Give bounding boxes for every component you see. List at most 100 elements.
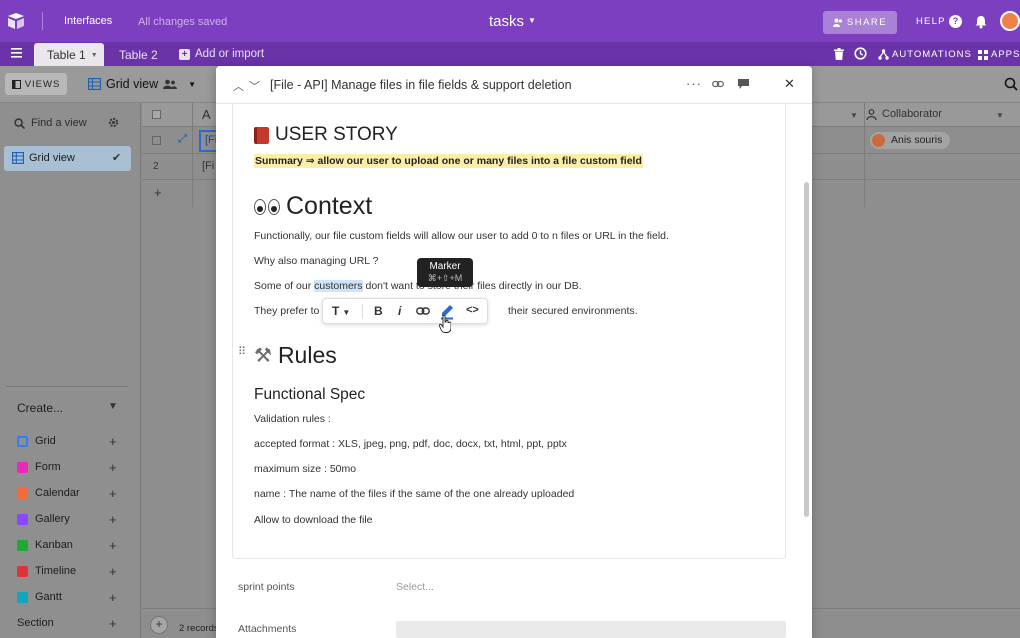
- share-button[interactable]: SHARE: [823, 11, 897, 34]
- create-item-label: Gantt: [35, 591, 62, 603]
- plus-icon[interactable]: +: [109, 512, 117, 527]
- help-button[interactable]: HELP: [916, 16, 946, 27]
- base-title-text: tasks: [489, 13, 525, 30]
- column-header-collaborator[interactable]: Collaborator: [866, 108, 942, 120]
- create-timeline-item[interactable]: Timeline +: [17, 564, 122, 579]
- search-icon[interactable]: [1004, 77, 1018, 91]
- plus-icon[interactable]: +: [109, 616, 117, 631]
- plus-icon[interactable]: +: [109, 486, 117, 501]
- views-label: VIEWS: [24, 78, 61, 90]
- create-item-label: Gallery: [35, 513, 70, 525]
- find-view-input[interactable]: Find a view: [14, 117, 87, 129]
- drag-handle-icon[interactable]: ⠿: [238, 345, 246, 358]
- sidebar-item-label: Grid view: [29, 152, 75, 164]
- close-icon[interactable]: ✕: [784, 76, 795, 92]
- airtable-logo-icon[interactable]: [6, 11, 26, 31]
- plus-icon[interactable]: +: [109, 538, 117, 553]
- gear-icon[interactable]: [108, 117, 119, 128]
- automations-button[interactable]: AUTOMATIONS: [878, 49, 972, 60]
- book-icon: [254, 126, 269, 144]
- modal-header: ︿ ﹀ [File - API] Manage files in file fi…: [216, 66, 812, 104]
- create-item-label: Form: [35, 461, 61, 473]
- create-grid-item[interactable]: Grid +: [17, 434, 122, 449]
- share-label: SHARE: [846, 17, 888, 28]
- create-form-item[interactable]: Form +: [17, 460, 122, 475]
- text-style-button[interactable]: T ▼: [332, 304, 350, 318]
- views-toggle-button[interactable]: VIEWS: [5, 73, 67, 95]
- create-gallery-item[interactable]: Gallery +: [17, 512, 122, 527]
- create-section-label[interactable]: Create...: [17, 401, 63, 415]
- add-record-button[interactable]: +: [150, 616, 168, 634]
- link-icon[interactable]: [712, 79, 724, 89]
- plus-icon[interactable]: +: [109, 434, 117, 449]
- user-avatar[interactable]: [1000, 11, 1020, 31]
- bold-button[interactable]: B: [374, 304, 383, 318]
- row-checkbox[interactable]: [152, 136, 161, 145]
- user-icon: [866, 108, 877, 120]
- chevron-up-icon[interactable]: ︿: [233, 78, 244, 94]
- tab-table-1[interactable]: Table 1 ▼: [34, 43, 104, 66]
- spec-line: name : The name of the files if the same…: [254, 488, 575, 500]
- create-calendar-item[interactable]: Calendar +: [17, 486, 122, 501]
- chevron-down-icon[interactable]: ▼: [850, 111, 858, 120]
- plus-icon[interactable]: +: [109, 564, 117, 579]
- attachments-label: Attachments: [238, 623, 297, 635]
- more-options-icon[interactable]: ···: [686, 76, 702, 91]
- gantt-icon: [17, 591, 28, 603]
- comment-icon[interactable]: [738, 79, 749, 89]
- chevron-down-icon[interactable]: ﹀: [249, 78, 260, 94]
- context-paragraph: Why also managing URL ?: [254, 255, 379, 267]
- interfaces-link[interactable]: Interfaces: [64, 15, 112, 27]
- modal-scrollbar[interactable]: [804, 182, 809, 517]
- create-item-label: Grid: [35, 435, 56, 447]
- chevron-down-icon[interactable]: ▼: [188, 80, 196, 89]
- long-text-editor[interactable]: USER STORY Summary ⇒ allow our user to u…: [232, 104, 786, 559]
- current-view-selector[interactable]: Grid view ▼: [88, 77, 196, 91]
- table-tab-bar: Table 1 ▼ Table 2 + Add or import AUTOMAT…: [0, 42, 1020, 66]
- heading-rules: ⚒ Rules: [254, 342, 337, 369]
- spec-line: accepted format : XLS, jpeg, png, pdf, d…: [254, 438, 567, 450]
- base-title[interactable]: tasks ▼: [489, 13, 536, 30]
- avatar: [872, 134, 885, 147]
- code-button[interactable]: <>: [466, 304, 479, 316]
- record-count: 2 records: [179, 623, 219, 634]
- history-icon[interactable]: [854, 47, 867, 60]
- create-gantt-item[interactable]: Gantt +: [17, 590, 122, 605]
- text-format-toolbar: T ▼ B i <>: [322, 298, 488, 324]
- chevron-down-icon[interactable]: ▼: [91, 52, 98, 59]
- gallery-icon: [17, 513, 28, 525]
- add-or-import-label: Add or import: [195, 48, 265, 60]
- select-all-checkbox[interactable]: [152, 110, 161, 119]
- collaborator-pill[interactable]: Anis souris: [870, 132, 951, 149]
- plus-icon[interactable]: +: [109, 590, 117, 605]
- marker-tooltip: Marker ⌘+⇧+M: [417, 258, 473, 287]
- selected-text[interactable]: customers: [314, 280, 363, 292]
- calendar-icon: [17, 487, 28, 499]
- apps-button[interactable]: APPS: [978, 49, 1020, 60]
- sprint-points-select[interactable]: Select...: [396, 581, 434, 593]
- help-icon[interactable]: ?: [949, 15, 962, 28]
- add-or-import-button[interactable]: + Add or import: [179, 48, 264, 60]
- trash-icon[interactable]: [834, 48, 844, 60]
- italic-button[interactable]: i: [398, 304, 401, 318]
- chevron-down-icon[interactable]: ▼: [996, 111, 1004, 120]
- add-row-button[interactable]: +: [154, 185, 162, 200]
- create-section-item[interactable]: Section +: [17, 616, 122, 631]
- primary-cell[interactable]: [Fi: [202, 160, 214, 172]
- create-kanban-item[interactable]: Kanban +: [17, 538, 122, 553]
- chevron-down-icon[interactable]: ▼: [108, 401, 118, 412]
- plus-icon[interactable]: +: [109, 460, 117, 475]
- expand-record-icon[interactable]: ⤢: [178, 133, 187, 146]
- context-paragraph: Functionally, our file custom fields wil…: [254, 230, 669, 242]
- attachments-dropzone[interactable]: [396, 621, 786, 638]
- hamburger-menu-icon[interactable]: [11, 48, 22, 58]
- sidebar-item-grid-view[interactable]: Grid view ✔: [4, 146, 131, 171]
- context-paragraph: They prefer to: [254, 305, 319, 317]
- bell-icon[interactable]: [974, 15, 988, 29]
- timeline-icon: [17, 565, 28, 577]
- heading-context-text: Context: [286, 192, 373, 220]
- heading-context: Context: [254, 192, 372, 221]
- tab-table-2[interactable]: Table 2: [119, 48, 158, 62]
- column-header-primary[interactable]: A: [202, 107, 211, 122]
- link-icon[interactable]: [416, 306, 430, 316]
